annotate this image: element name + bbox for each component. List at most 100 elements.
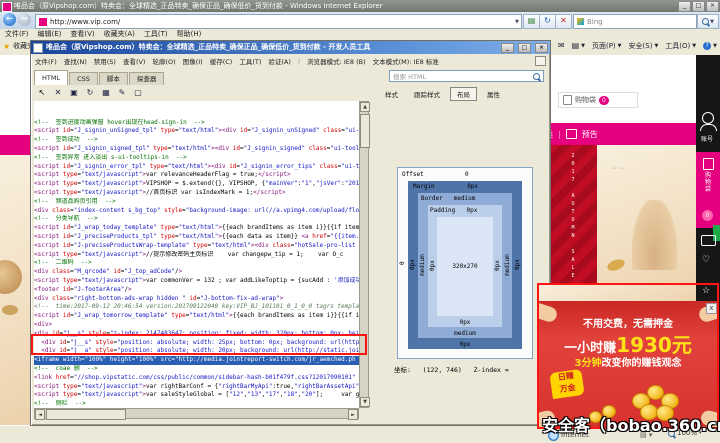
devtools-menu-item[interactable]: 图像(I) [183,56,203,66]
code-line[interactable]: <script id="J_wrap_today_template" type=… [34,224,359,233]
code-line[interactable]: <script type="text/javascript">VIPSHOP =… [34,180,359,189]
refresh-button[interactable]: ↻ [539,14,556,29]
browser-mode-menu[interactable]: 浏览器模式: IE8 (B) [307,56,366,66]
code-line[interactable]: <div class="index-content s_bg_top" styl… [34,207,359,216]
code-line[interactable]: <div class="right-bottom-ads-wrap hidden… [34,295,359,304]
code-line[interactable]: <!-- 分类导航 --> [34,215,359,224]
code-line[interactable]: <!-- 侧栏 --> [34,400,359,408]
tools-menu-button[interactable]: 工具(O)▼ [665,41,696,51]
autumn-sale-banner[interactable]: 2017 AUTUMN SALE [549,145,597,295]
code-line[interactable]: <div id="j__s" style="z-index: 214748364… [34,330,359,339]
back-button[interactable]: ← [3,13,16,26]
forward-button[interactable]: → [18,13,31,26]
code-line[interactable]: <div id="j__s" style="position: absolute… [34,339,359,348]
code-line[interactable]: <!-- 签到进度动画弹窗 hover出现在head-sign-in --> [34,119,359,128]
ie-menu-item[interactable]: 文件(F) [5,29,29,39]
code-line[interactable]: <!-- 签到异常 进入淡出 s-ui-tooltips-in --> [34,154,359,163]
devtools-maximize-button[interactable]: □ [518,43,531,53]
code-line[interactable]: <script id="J_wrap_tomorrow_template" ty… [34,312,359,321]
devtools-tab[interactable]: 脚本 [99,72,128,85]
devtools-tab[interactable]: HTML [34,70,68,85]
print-button[interactable]: ▤▼ [572,42,585,50]
code-line[interactable]: <script id="J-preciseProductsWrap-templa… [34,242,359,251]
code-line[interactable]: <script id="J_signin_error_tpl" type="te… [34,163,359,172]
code-line[interactable]: <!-- time:2017-09-12 20:46:54 version:20… [34,303,359,312]
code-line[interactable]: <iframe width="100%" height="100%" src="… [34,356,359,365]
address-dropdown-icon[interactable]: ▼ [513,19,521,25]
devtools-tool-icon[interactable]: ↖ [35,86,49,100]
devtools-menu-item[interactable]: 查看(V) [123,56,146,66]
code-hscrollbar[interactable]: ◄ ► [34,408,359,419]
account-icon[interactable] [702,112,714,124]
ad-close-button[interactable]: x [706,303,717,314]
devtools-tool-icon[interactable]: ▦ [99,86,113,100]
devtools-menu-item[interactable]: 文件(F) [35,56,57,66]
ie-menu-item[interactable]: 工具(T) [144,29,168,39]
nav-item-label[interactable]: 预告 [582,129,598,140]
compatibility-view-button[interactable]: ▤ [523,14,540,29]
code-line[interactable]: <!-- 频道品购页引用 --> [34,198,359,207]
devtools-tool-icon[interactable]: ✕ [51,86,65,100]
devtools-tool-icon[interactable]: ▣ [67,86,81,100]
coupon-icon[interactable] [701,235,716,246]
devtools-minimize-button[interactable]: _ [501,43,514,53]
url-text[interactable]: http://www.vip.com/ [50,18,513,26]
devtools-menu-item[interactable]: 轮廓(O) [152,56,175,66]
devtools-menu-item[interactable]: 禁用(S) [94,56,116,66]
devtools-tab[interactable]: CSS [69,72,98,85]
code-line[interactable]: <div> [34,321,359,330]
devtools-close-button[interactable]: × [535,43,548,53]
ie-menu-item[interactable]: 编辑(E) [38,29,62,39]
devtools-right-tab[interactable]: 属性 [481,88,506,100]
read-mail-button[interactable]: ✉ [558,42,565,50]
ie-menu-item[interactable]: 查看(V) [70,29,94,39]
devtools-menu-item[interactable]: 查找(N) [64,56,87,66]
sidebar-bag-section[interactable]: 购物袋 0 [696,152,720,228]
devtools-right-tab[interactable]: 布局 [450,87,477,101]
bag-button[interactable]: 购物袋 0 [558,92,638,108]
code-vscrollbar[interactable]: ▲ ▼ [359,101,369,408]
code-line[interactable]: <script id="J_signin_signed_tpl" type="t… [34,145,359,154]
code-line[interactable]: <script type="text/javascript">var relev… [34,171,359,180]
code-line[interactable]: <script id="J_preciseProducts_tpl" type=… [34,233,359,242]
code-line[interactable]: <div class="M_qrcode" id="J_top_adCode"/… [34,268,359,277]
code-line[interactable]: <script type="text/javascript">//提示修改密码主… [34,251,359,260]
devtools-menu-item[interactable]: 验证(A) [268,56,291,66]
code-line[interactable]: <!-- coae 删 --> [34,365,359,374]
devtools-tool-icon[interactable]: ✎ [115,86,129,100]
help-button[interactable]: ?▼ [703,42,717,50]
search-button[interactable]: ▼ [697,14,719,29]
devtools-menu-item[interactable]: 工具(T) [239,56,261,66]
account-label[interactable]: 账号 [701,134,713,143]
stop-button[interactable]: ✕ [555,14,572,29]
devtools-menu-item[interactable]: 缓存(C) [210,56,233,66]
code-line[interactable]: <!-- 签到成功 --> [34,136,359,145]
ie-menu-item[interactable]: 帮助(H) [177,29,202,39]
code-line[interactable]: <link href="//shop.vipstatic.com/css/pub… [34,374,359,383]
code-line[interactable]: <script type="text/javascript">var saleS… [34,391,359,400]
devtools-right-tab[interactable]: 样式 [379,88,404,100]
ie-menu-item[interactable]: 收藏夹(A) [104,29,135,39]
devtools-tool-icon[interactable]: ↻ [83,86,97,100]
devtools-tab[interactable]: 探查器 [129,72,165,85]
address-field[interactable]: http://www.vip.com/ ▼ [35,14,522,29]
minimize-button[interactable]: _ [678,1,691,12]
code-line[interactable]: <script type="text/javascript">//首页标识 va… [34,189,359,198]
devtools-search-box[interactable]: 搜索 HTML [389,70,544,82]
favorite-heart-icon[interactable]: ♡ [702,255,710,265]
code-line[interactable]: <div id="j__a" style="position: absolute… [34,347,359,356]
document-mode-menu[interactable]: 文本模式(M): IE8 标准 [373,56,439,66]
code-line[interactable]: <!-- 二维码 --> [34,259,359,268]
ad-banner[interactable]: 不用交费，无需押金 一小时赚1930元 3分钟改变你的赚钱观念 日赚 万金 x [537,301,719,429]
devtools-tool-icon[interactable]: ▢ [131,86,145,100]
maximize-button[interactable]: □ [692,1,705,12]
code-line[interactable]: <script id="J_signin_unSigned_tpl" type=… [34,127,359,136]
page-menu-button[interactable]: 页面(P)▼ [592,41,622,51]
bing-search-box[interactable]: Bing [573,14,697,29]
code-line[interactable]: <script type="text/javascript">var commo… [34,277,359,286]
code-line[interactable]: <script type="text/javascript">var right… [34,383,359,392]
safety-menu-button[interactable]: 安全(S)▼ [629,41,659,51]
unpin-icon[interactable] [535,56,546,66]
close-button[interactable]: × [706,1,719,12]
code-line[interactable]: <footer id="J-footerArea"/> [34,286,359,295]
